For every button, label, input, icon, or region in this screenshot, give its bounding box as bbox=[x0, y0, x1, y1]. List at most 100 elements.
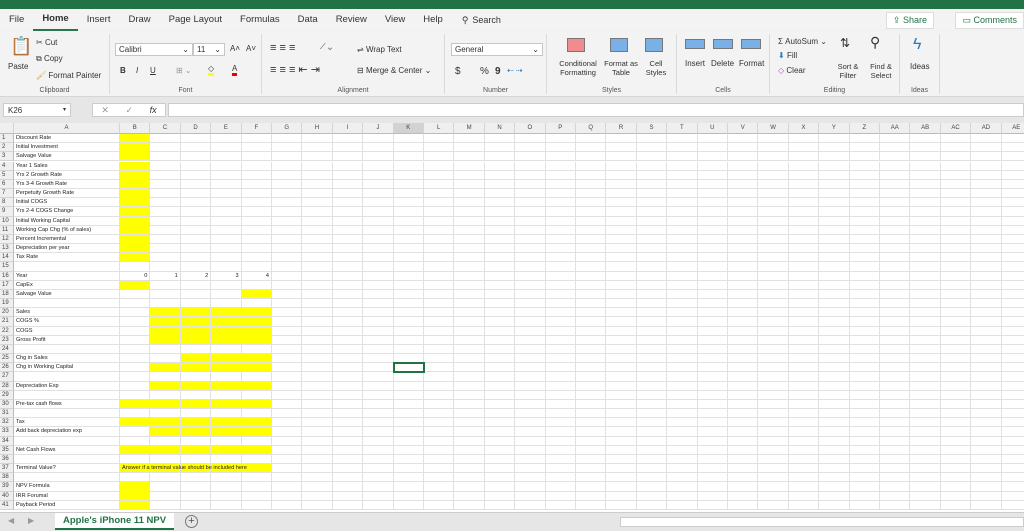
cell[interactable] bbox=[211, 491, 242, 501]
cell[interactable] bbox=[636, 198, 668, 208]
cell[interactable] bbox=[363, 161, 394, 171]
row-header[interactable]: 34 bbox=[0, 436, 14, 446]
cell[interactable] bbox=[758, 289, 789, 300]
cell[interactable] bbox=[910, 491, 941, 501]
cell[interactable] bbox=[819, 464, 850, 474]
cell[interactable] bbox=[272, 464, 303, 474]
cell[interactable] bbox=[272, 491, 303, 501]
cell[interactable] bbox=[393, 317, 424, 327]
cell[interactable] bbox=[393, 143, 424, 153]
cell[interactable] bbox=[241, 390, 272, 400]
cell[interactable] bbox=[211, 399, 242, 410]
cell[interactable] bbox=[332, 234, 364, 245]
cell[interactable] bbox=[758, 134, 789, 144]
cell[interactable] bbox=[636, 280, 668, 290]
cell[interactable] bbox=[120, 253, 151, 263]
cell[interactable] bbox=[302, 326, 333, 336]
cell[interactable] bbox=[728, 207, 759, 217]
cell-styles-button[interactable]: Cell Styles bbox=[640, 59, 672, 77]
cell[interactable] bbox=[667, 289, 698, 300]
cell[interactable] bbox=[667, 381, 698, 391]
cell[interactable] bbox=[1001, 400, 1024, 410]
cell[interactable] bbox=[728, 198, 759, 208]
cell[interactable] bbox=[272, 473, 303, 483]
cell[interactable] bbox=[484, 143, 516, 153]
cell[interactable] bbox=[667, 372, 698, 382]
cell[interactable] bbox=[758, 189, 789, 199]
cell[interactable] bbox=[302, 418, 333, 428]
cell[interactable] bbox=[758, 354, 789, 364]
column-header-AA[interactable]: AA bbox=[880, 123, 911, 134]
row-label[interactable]: Salvage Value bbox=[14, 152, 120, 162]
cell[interactable] bbox=[606, 244, 637, 254]
cell[interactable] bbox=[576, 372, 607, 382]
cell[interactable] bbox=[515, 207, 546, 217]
cell[interactable] bbox=[667, 299, 698, 309]
cell[interactable] bbox=[150, 170, 181, 180]
horizontal-scrollbar[interactable] bbox=[620, 517, 1024, 527]
cell[interactable] bbox=[272, 354, 303, 364]
cell[interactable] bbox=[788, 326, 820, 336]
cell[interactable] bbox=[150, 500, 181, 510]
row-label[interactable]: Payback Period bbox=[14, 500, 120, 510]
cell[interactable] bbox=[1001, 354, 1024, 364]
cell[interactable] bbox=[697, 271, 728, 281]
row-label[interactable]: Depreciation per year bbox=[14, 244, 120, 254]
row-header[interactable]: 36 bbox=[0, 454, 14, 465]
cell[interactable] bbox=[697, 381, 728, 391]
cell[interactable] bbox=[728, 399, 759, 410]
row-header[interactable]: 20 bbox=[0, 308, 14, 318]
cell[interactable] bbox=[241, 225, 272, 235]
cell[interactable] bbox=[120, 262, 151, 272]
cell[interactable] bbox=[180, 344, 212, 355]
cell[interactable] bbox=[910, 289, 941, 300]
cell[interactable] bbox=[515, 454, 546, 465]
cell[interactable] bbox=[971, 225, 1002, 235]
cell[interactable] bbox=[606, 363, 637, 373]
cell[interactable] bbox=[667, 363, 698, 373]
cell[interactable] bbox=[332, 372, 364, 382]
cell[interactable] bbox=[576, 381, 607, 391]
cell[interactable] bbox=[606, 335, 637, 345]
cell[interactable] bbox=[910, 335, 941, 345]
cell[interactable] bbox=[667, 500, 698, 510]
cell[interactable] bbox=[819, 335, 850, 345]
cell[interactable] bbox=[880, 189, 911, 199]
cell[interactable] bbox=[363, 271, 394, 281]
cell[interactable] bbox=[454, 363, 485, 373]
cell[interactable] bbox=[849, 491, 880, 501]
comments-button[interactable]: ▭ Comments bbox=[955, 12, 1024, 29]
cell[interactable] bbox=[180, 244, 212, 254]
cell[interactable] bbox=[484, 390, 516, 400]
cell[interactable] bbox=[363, 134, 394, 144]
cell[interactable] bbox=[849, 473, 880, 483]
cell[interactable] bbox=[545, 198, 576, 208]
cell[interactable] bbox=[636, 427, 668, 437]
cell[interactable] bbox=[120, 482, 151, 492]
cell[interactable] bbox=[819, 170, 850, 180]
column-header-N[interactable]: N bbox=[484, 123, 516, 134]
cell[interactable] bbox=[332, 399, 364, 410]
cell[interactable] bbox=[697, 179, 728, 189]
cell[interactable] bbox=[332, 409, 364, 419]
cell[interactable] bbox=[758, 280, 789, 290]
cell[interactable] bbox=[576, 289, 607, 300]
row-header[interactable]: 37 bbox=[0, 464, 14, 474]
cell[interactable] bbox=[636, 253, 668, 263]
cell[interactable] bbox=[667, 280, 698, 290]
cell[interactable] bbox=[120, 491, 151, 501]
cell[interactable] bbox=[363, 189, 394, 199]
cell[interactable] bbox=[454, 308, 485, 318]
cell[interactable] bbox=[393, 262, 424, 272]
cell[interactable] bbox=[545, 253, 576, 263]
cell[interactable] bbox=[667, 152, 698, 162]
cell[interactable] bbox=[120, 189, 151, 199]
cell[interactable] bbox=[606, 464, 637, 474]
row-label[interactable]: Year 1 Sales bbox=[14, 161, 120, 171]
cell[interactable] bbox=[728, 427, 759, 437]
cell[interactable] bbox=[120, 225, 151, 235]
row-header[interactable]: 11 bbox=[0, 225, 14, 235]
cell[interactable] bbox=[880, 143, 911, 153]
cell[interactable] bbox=[363, 363, 394, 373]
row-header[interactable]: 7 bbox=[0, 189, 14, 199]
